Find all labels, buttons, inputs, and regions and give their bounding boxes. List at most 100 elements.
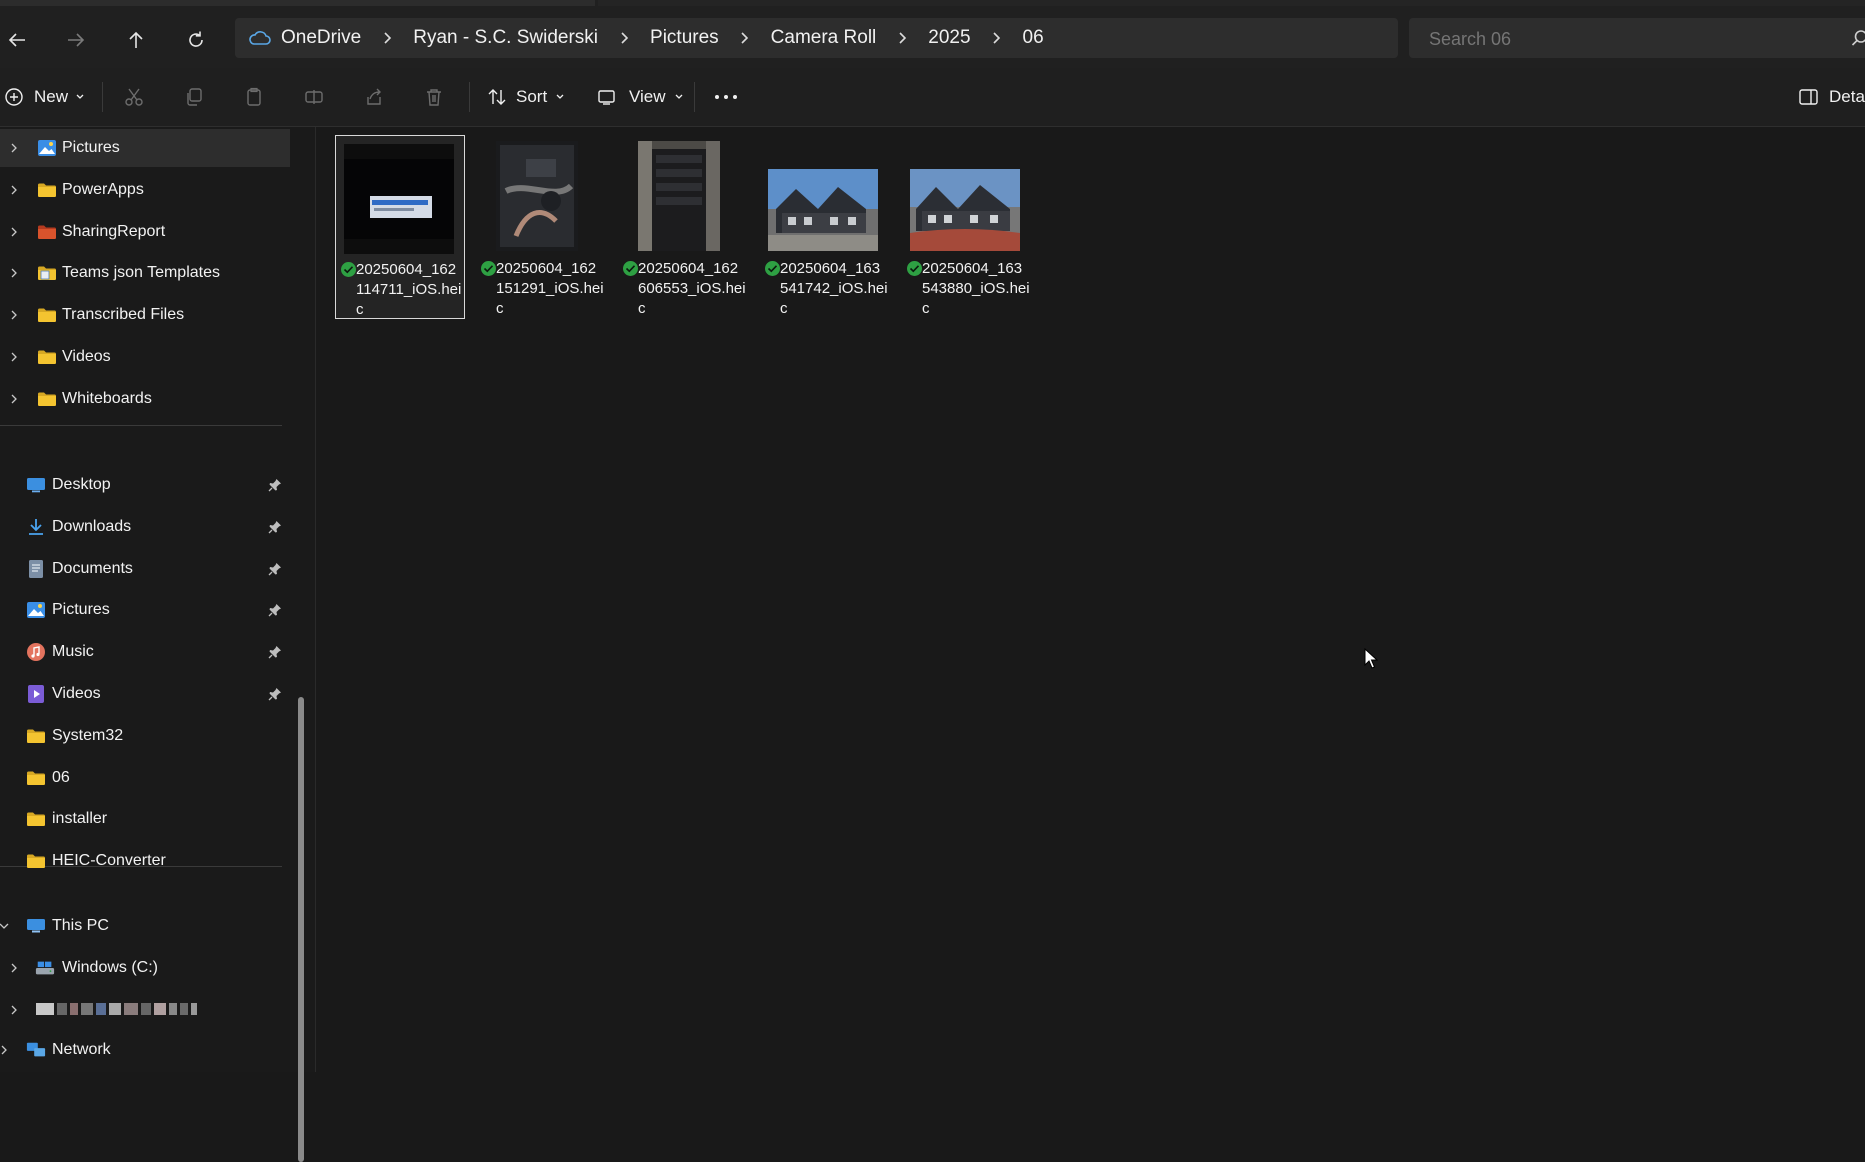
chevron-right-icon[interactable] [8,142,20,154]
quick-access-pictures[interactable]: Pictures [0,591,290,629]
chevron-right-icon[interactable] [8,1004,20,1016]
quick-access-system32[interactable]: System32 [0,717,290,755]
music-icon [26,643,46,661]
sidebar-item-powerapps[interactable]: PowerApps [0,171,290,209]
file-tile[interactable]: 20250604_162114711_iOS.heic [335,135,465,319]
paste-button[interactable] [244,78,264,116]
sidebar-item-teams-json-templates[interactable]: Teams json Templates [0,254,290,292]
sidebar-item-this-pc[interactable]: This PC [0,907,290,945]
quick-access-downloads[interactable]: Downloads [0,508,290,546]
sidebar-item-videos[interactable]: Videos [0,338,290,376]
sidebar-item-network[interactable]: Network [0,1031,290,1069]
search-box[interactable] [1409,18,1865,58]
quick-access-installer[interactable]: installer [0,800,290,838]
share-button[interactable] [364,78,384,116]
chevron-right-icon[interactable] [618,31,630,45]
chevron-right-icon[interactable] [8,962,20,974]
file-tile[interactable]: 20250604_163541742_iOS.heic [760,135,890,319]
file-name-line: 114711_iOS.hei [356,280,466,300]
details-pane-button[interactable]: Details [1799,78,1865,116]
sidebar-item-label: Pictures [62,139,120,157]
quick-access-videos[interactable]: Videos [0,675,290,713]
file-name-line: 20250604_162 [638,259,748,279]
new-button[interactable]: New [4,78,84,116]
window-top-strip [0,0,1865,8]
file-name-line: 151291_iOS.hei [496,279,606,299]
view-button[interactable]: View [597,78,683,116]
network-icon [26,1041,46,1059]
more-options-button[interactable] [714,78,738,116]
quick-access-music[interactable]: Music [0,633,290,671]
chevron-right-icon[interactable] [8,393,20,405]
quick-access-heic-converter[interactable]: HEIC-Converter [0,842,290,880]
cut-button[interactable] [124,78,144,116]
forward-button[interactable] [59,23,93,57]
address-bar[interactable]: OneDrive Ryan - S.C. Swiderski Pictures … [235,18,1398,58]
rename-button[interactable] [304,78,324,116]
scrollbar-thumb[interactable] [298,697,304,1162]
quick-access-documents[interactable]: Documents [0,550,290,588]
breadcrumb-camera-roll[interactable]: Camera Roll [771,27,877,49]
divider [469,82,470,112]
desktop-icon [26,476,46,494]
sidebar-item-label: PowerApps [62,181,144,199]
image-thumbnail [768,169,878,251]
chevron-right-icon[interactable] [381,31,393,45]
copy-button[interactable] [184,78,204,116]
sidebar-item-label: Videos [52,685,101,703]
chevron-right-icon[interactable] [991,31,1003,45]
folder-icon [37,306,57,324]
sidebar-item-whiteboards[interactable]: Whiteboards [0,380,290,418]
back-button[interactable] [0,23,34,57]
sidebar-item-windows-c[interactable]: Windows (C:) [0,949,290,987]
sidebar-item-label: Network [52,1041,111,1059]
sort-icon [487,87,507,107]
view-icon [597,88,617,106]
sidebar-item-label: System32 [52,727,123,745]
quick-access-06[interactable]: 06 [0,759,290,797]
sort-label: Sort [516,87,547,107]
details-pane-icon [1799,88,1819,106]
sidebar-item-label: installer [52,810,107,828]
search-icon[interactable] [1851,29,1865,47]
delete-button[interactable] [424,78,444,116]
refresh-button[interactable] [179,23,213,57]
chevron-right-icon[interactable] [8,309,20,321]
image-thumbnail [910,169,1020,251]
chevron-right-icon[interactable] [8,184,20,196]
folder-icon [26,852,46,870]
up-button[interactable] [119,23,153,57]
navigation-pane: Pictures PowerApps SharingReportTeams json… [0,127,316,1072]
sidebar-item-sharingreport[interactable]: SharingReport [0,213,290,251]
chevron-down-icon[interactable] [0,920,10,932]
chevron-right-icon[interactable] [739,31,751,45]
breadcrumb-2025[interactable]: 2025 [928,27,970,49]
chevron-right-icon[interactable] [8,351,20,363]
chevron-right-icon[interactable] [8,226,20,238]
breadcrumb-onedrive[interactable]: OneDrive [281,27,361,49]
sidebar-item-transcribed-files[interactable]: Transcribed Files [0,296,290,334]
chevron-right-icon[interactable] [896,31,908,45]
pictures-icon [26,601,46,619]
more-horizontal-icon [714,94,738,100]
breadcrumb-pictures[interactable]: Pictures [650,27,719,49]
breadcrumb-06[interactable]: 06 [1023,27,1044,49]
file-name-line: 20250604_162 [496,259,606,279]
folder-icon [37,348,57,366]
pin-icon [268,562,282,576]
chevron-right-icon[interactable] [8,267,20,279]
image-thumbnail [496,141,578,251]
file-tile[interactable]: 20250604_162606553_iOS.heic [618,135,748,319]
quick-access-desktop[interactable]: Desktop [0,466,290,504]
sort-button[interactable]: Sort [487,78,564,116]
sidebar-item-redacted-drive[interactable] [0,991,290,1029]
sidebar-item-label: Documents [52,560,133,578]
file-tile[interactable]: 20250604_162151291_iOS.heic [476,135,606,319]
breadcrumb-user[interactable]: Ryan - S.C. Swiderski [413,27,598,49]
search-input[interactable] [1427,18,1831,60]
download-icon [26,518,46,536]
sidebar-item-pictures[interactable]: Pictures [0,129,290,167]
chevron-right-icon[interactable] [0,1044,10,1056]
file-tile[interactable]: 20250604_163543880_iOS.heic [902,135,1032,319]
divider [0,425,282,426]
